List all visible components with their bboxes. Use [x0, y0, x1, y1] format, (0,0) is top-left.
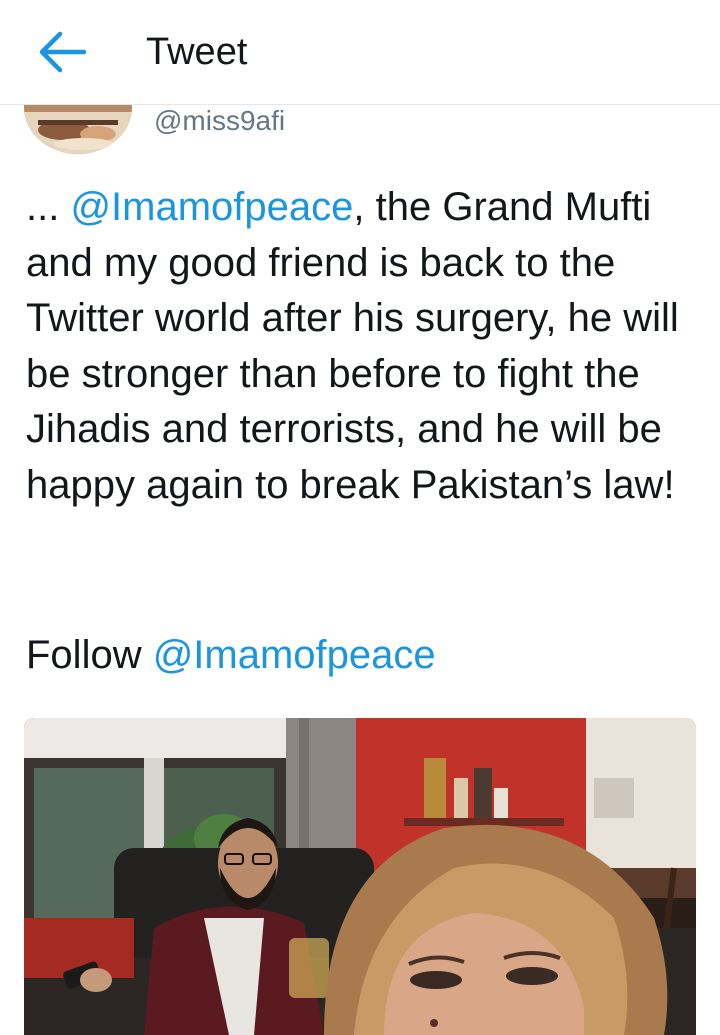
tweet-text-start: ...: [26, 185, 71, 229]
mention-link[interactable]: @Imamofpeace: [70, 185, 353, 229]
avatar[interactable]: [24, 104, 132, 154]
page-title: Tweet: [146, 31, 248, 73]
tweet-text-rest: , the Grand Mufti and my good friend is …: [26, 185, 679, 507]
follow-mention-link[interactable]: @Imamofpeace: [153, 633, 436, 677]
follow-text: Follow: [26, 633, 153, 677]
top-bar: Tweet: [0, 0, 720, 105]
author-handle[interactable]: @miss9afi: [154, 104, 285, 138]
tweet-text: ... @Imamofpeace, the Grand Mufti and my…: [26, 180, 698, 513]
back-button[interactable]: [32, 26, 92, 78]
tweet-photo[interactable]: [24, 718, 696, 1035]
author-row: @miss9afi: [0, 104, 720, 154]
arrow-left-icon: [39, 31, 87, 73]
follow-line: Follow @Imamofpeace: [26, 628, 698, 684]
